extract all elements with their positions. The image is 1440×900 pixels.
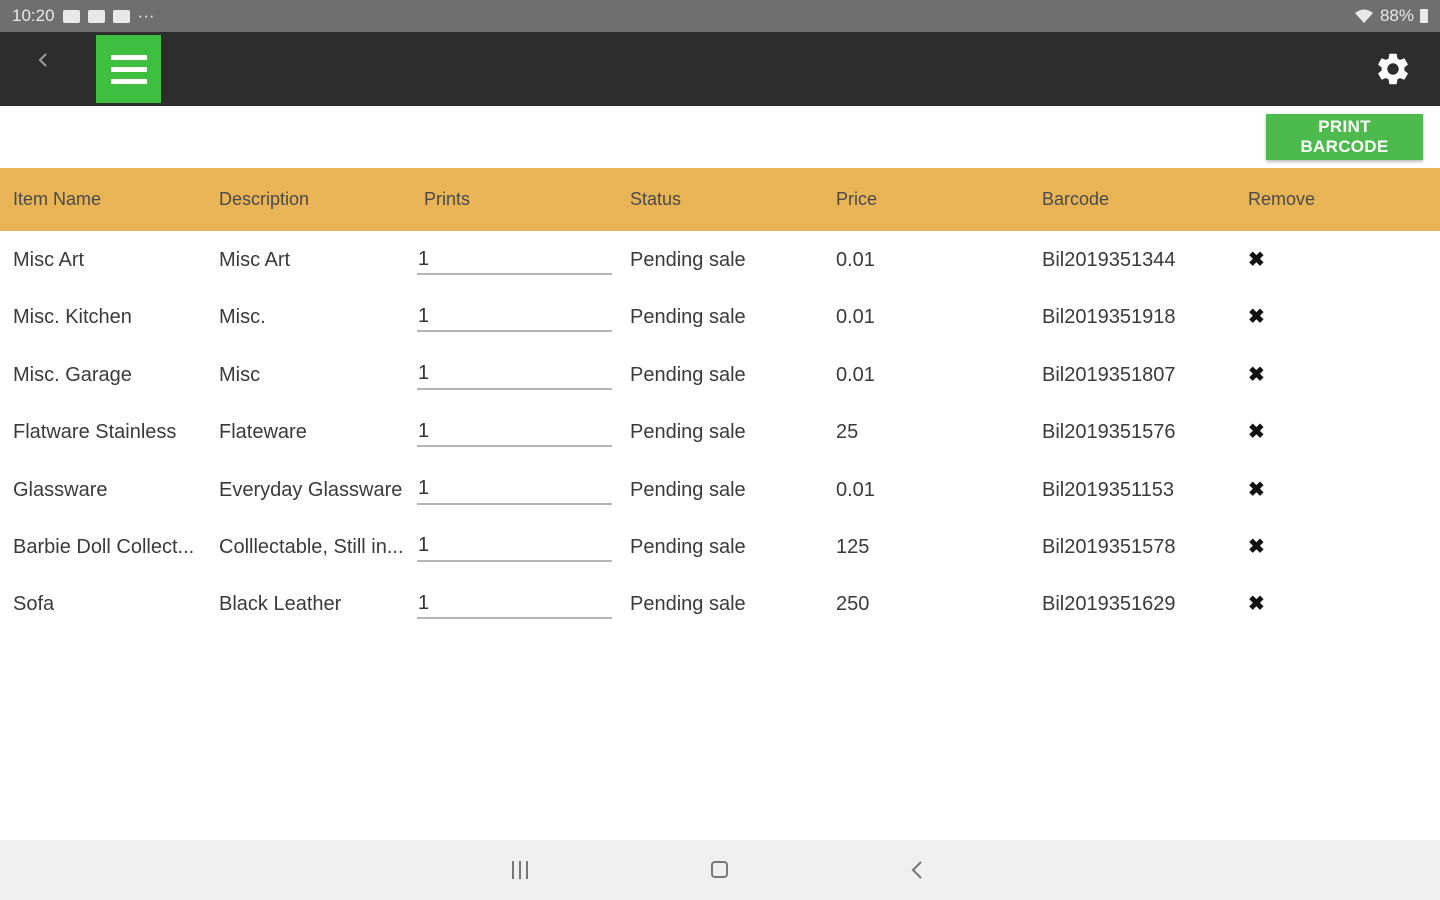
barcode-cell: Bil2019351578 bbox=[1042, 535, 1176, 558]
description-cell: Black Leather bbox=[219, 593, 342, 616]
prints-input[interactable] bbox=[417, 589, 612, 620]
app-bar bbox=[0, 32, 1440, 106]
prints-input[interactable] bbox=[417, 531, 612, 562]
more-notifications-icon: ··· bbox=[137, 6, 155, 25]
barcode-cell: Bil2019351807 bbox=[1042, 363, 1176, 386]
chevron-left-icon bbox=[38, 53, 47, 67]
barcode-cell: Bil2019351576 bbox=[1042, 421, 1176, 444]
hamburger-menu-icon bbox=[110, 54, 147, 60]
status-cell: Pending sale bbox=[630, 363, 746, 386]
remove-icon[interactable]: ✖ bbox=[1248, 362, 1265, 387]
price-cell: 0.01 bbox=[836, 363, 875, 386]
price-cell: 0.01 bbox=[836, 249, 875, 271]
item-name-cell: Misc. Kitchen bbox=[13, 306, 132, 329]
notification-icon bbox=[62, 9, 80, 23]
description-cell: Flateware bbox=[219, 421, 307, 444]
description-cell: Misc bbox=[219, 363, 261, 386]
status-right: 88% bbox=[1354, 6, 1428, 26]
table-header: Item Name Description Prints Status Pric… bbox=[0, 168, 1440, 231]
hamburger-menu-icon-line bbox=[110, 78, 147, 84]
remove-icon[interactable]: ✖ bbox=[1248, 247, 1265, 272]
barcode-cell: Bil2019351153 bbox=[1042, 478, 1174, 501]
price-cell: 250 bbox=[836, 593, 870, 616]
system-back-icon bbox=[911, 861, 922, 879]
price-cell: 0.01 bbox=[836, 306, 875, 329]
table-row: Flatware Stainless Flateware Pending sal… bbox=[0, 403, 1440, 460]
status-bar: 10:20 ··· 88% bbox=[0, 0, 1440, 32]
price-cell: 0.01 bbox=[836, 478, 875, 501]
back-button[interactable] bbox=[28, 50, 58, 80]
status-time: 10:20 bbox=[12, 6, 55, 25]
description-cell: Everyday Glassware bbox=[219, 478, 403, 501]
status-cell: Pending sale bbox=[630, 421, 746, 444]
column-header-item-name: Item Name bbox=[13, 189, 102, 209]
battery-level: 88% bbox=[1379, 6, 1414, 25]
prints-input[interactable] bbox=[417, 245, 612, 275]
remove-icon[interactable]: ✖ bbox=[1248, 419, 1265, 444]
column-header-prints: Prints bbox=[424, 189, 471, 209]
battery-icon bbox=[1420, 9, 1428, 23]
description-cell: Colllectable, Still in... bbox=[219, 535, 404, 558]
table-row: Misc Art Misc Art Pending sale 0.01 Bil2… bbox=[0, 231, 1440, 288]
prints-input[interactable] bbox=[417, 474, 612, 505]
item-name-cell: Misc. Garage bbox=[13, 363, 132, 386]
notification-icon bbox=[112, 9, 130, 23]
settings-button[interactable] bbox=[1374, 50, 1412, 88]
notification-icon bbox=[87, 9, 105, 23]
item-name-cell: Barbie Doll Collect... bbox=[13, 535, 195, 558]
description-cell: Misc. bbox=[219, 306, 266, 329]
remove-icon[interactable]: ✖ bbox=[1248, 477, 1265, 502]
column-header-description: Description bbox=[219, 189, 310, 209]
description-cell: Misc Art bbox=[219, 249, 291, 271]
column-header-status: Status bbox=[630, 189, 682, 209]
hamburger-menu-icon-line bbox=[110, 66, 147, 72]
barcode-cell: Bil2019351344 bbox=[1042, 249, 1176, 271]
prints-input[interactable] bbox=[417, 417, 612, 448]
table-row: Sofa Black Leather Pending sale 250 Bil2… bbox=[0, 575, 1440, 632]
table-row: Misc. Garage Misc Pending sale 0.01 Bil2… bbox=[0, 346, 1440, 403]
gear-icon bbox=[1378, 53, 1408, 85]
remove-icon[interactable]: ✖ bbox=[1248, 534, 1265, 559]
remove-icon[interactable]: ✖ bbox=[1248, 591, 1265, 616]
price-cell: 25 bbox=[836, 421, 859, 444]
status-cell: Pending sale bbox=[630, 593, 746, 616]
recent-apps-icon[interactable] bbox=[512, 861, 528, 879]
status-cell: Pending sale bbox=[630, 306, 746, 329]
column-header-barcode: Barcode bbox=[1042, 189, 1110, 209]
item-name-cell: Sofa bbox=[13, 593, 55, 616]
home-icon[interactable] bbox=[711, 861, 728, 878]
status-cell: Pending sale bbox=[630, 478, 746, 501]
prints-input[interactable] bbox=[417, 302, 612, 333]
system-nav-bar bbox=[0, 840, 1440, 900]
item-name-cell: Glassware bbox=[13, 478, 108, 501]
status-cell: Pending sale bbox=[630, 249, 746, 271]
prints-input[interactable] bbox=[417, 359, 612, 390]
column-header-price: Price bbox=[836, 189, 878, 209]
recent-apps-icon-bar bbox=[519, 861, 521, 879]
item-name-cell: Misc Art bbox=[13, 249, 85, 271]
table-row: Misc. Kitchen Misc. Pending sale 0.01 Bi… bbox=[0, 288, 1440, 345]
status-left: 10:20 ··· bbox=[12, 6, 155, 26]
print-barcode-button[interactable]: PRINT BARCODE bbox=[1266, 114, 1423, 160]
recent-apps-icon-bar bbox=[526, 861, 528, 879]
toolbar: PRINT BARCODE bbox=[0, 106, 1440, 168]
barcode-cell: Bil2019351918 bbox=[1042, 306, 1176, 329]
barcode-cell: Bil2019351629 bbox=[1042, 593, 1176, 616]
menu-button[interactable] bbox=[96, 35, 161, 103]
recent-apps-icon-bar bbox=[512, 861, 514, 879]
table-row: Glassware Everyday Glassware Pending sal… bbox=[0, 461, 1440, 518]
status-cell: Pending sale bbox=[630, 535, 746, 558]
remove-icon[interactable]: ✖ bbox=[1248, 304, 1265, 329]
wifi-icon bbox=[1354, 9, 1373, 23]
item-name-cell: Flatware Stainless bbox=[13, 421, 177, 444]
table-body: Misc Art Misc Art Pending sale 0.01 Bil2… bbox=[0, 231, 1440, 633]
column-header-remove: Remove bbox=[1248, 189, 1316, 209]
back-icon[interactable] bbox=[909, 858, 925, 887]
price-cell: 125 bbox=[836, 535, 870, 558]
table-row: Barbie Doll Collect... Colllectable, Sti… bbox=[0, 518, 1440, 575]
